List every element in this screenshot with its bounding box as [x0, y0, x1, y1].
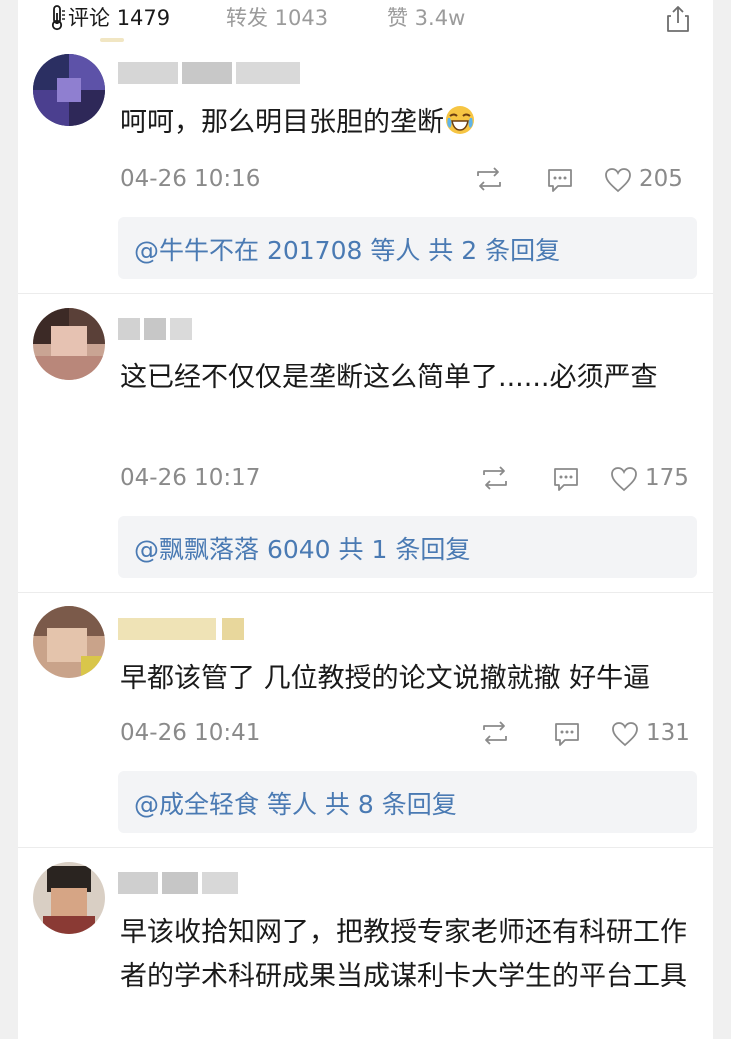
reply-summary-text[interactable]: @飘飘落落 6040 共 1 条回复 — [134, 530, 470, 566]
heart-icon[interactable] — [610, 466, 638, 492]
reply-summary[interactable]: @牛牛不在 201708 等人 共 2 条回复 — [118, 217, 697, 279]
share-icon[interactable] — [666, 5, 690, 33]
comment-text: 早该收拾知网了，把教授专家老师还有科研工作者的学术科研成果当成谋利卡大学生的平台… — [120, 917, 687, 992]
tab-comments-label: 评论 — [68, 6, 110, 30]
comment-icon[interactable] — [552, 465, 580, 493]
reply-summary[interactable]: @飘飘落落 6040 共 1 条回复 — [118, 516, 697, 578]
comment-time: 04-26 10:41 — [120, 720, 261, 746]
like-count: 205 — [639, 166, 683, 192]
heart-icon[interactable] — [611, 721, 639, 747]
comment-text: 这已经不仅仅是垄断这么简单了......必须严查 — [120, 362, 658, 393]
comment-page: 评论 1479 转发 1043 赞 3.4w 呵呵，那么明目张胆的垄断 04-2… — [0, 0, 731, 1039]
reply-summary-text[interactable]: @成全轻食 等人 共 8 条回复 — [134, 785, 457, 821]
heart-icon[interactable] — [604, 167, 632, 193]
divider — [18, 592, 713, 593]
like-count: 131 — [646, 720, 690, 746]
thermometer-icon — [51, 5, 65, 31]
tab-comments[interactable]: 评论 1479 — [68, 4, 170, 32]
repost-icon[interactable] — [480, 720, 510, 746]
comment-time: 04-26 10:17 — [120, 465, 261, 491]
comment-time: 04-26 10:16 — [120, 166, 261, 192]
comment-text: 呵呵，那么明目张胆的垄断 — [120, 101, 705, 145]
comment-icon[interactable] — [553, 720, 581, 748]
reply-summary-text[interactable]: @牛牛不在 201708 等人 共 2 条回复 — [134, 231, 560, 267]
laugh-cry-emoji-icon — [446, 106, 474, 134]
avatar[interactable] — [33, 862, 105, 934]
avatar[interactable] — [33, 54, 105, 126]
repost-icon[interactable] — [474, 166, 504, 192]
avatar[interactable] — [33, 606, 105, 678]
tab-likes[interactable]: 赞 3.4w — [387, 4, 465, 32]
right-gutter — [713, 0, 731, 1039]
tab-comments-count: 1479 — [116, 6, 171, 30]
divider — [18, 847, 713, 848]
avatar[interactable] — [33, 308, 105, 380]
comment-text: 早都该管了 几位教授的论文说撤就撤 好牛逼 — [120, 663, 651, 694]
tab-bar: 评论 1479 转发 1043 赞 3.4w — [0, 0, 731, 42]
reply-summary[interactable]: @成全轻食 等人 共 8 条回复 — [118, 771, 697, 833]
repost-icon[interactable] — [480, 465, 510, 491]
left-gutter — [0, 0, 18, 1039]
active-tab-indicator — [100, 38, 124, 42]
comment-icon[interactable] — [546, 166, 574, 194]
tab-reposts[interactable]: 转发 1043 — [226, 4, 328, 32]
like-count: 175 — [645, 465, 689, 491]
divider — [18, 293, 713, 294]
